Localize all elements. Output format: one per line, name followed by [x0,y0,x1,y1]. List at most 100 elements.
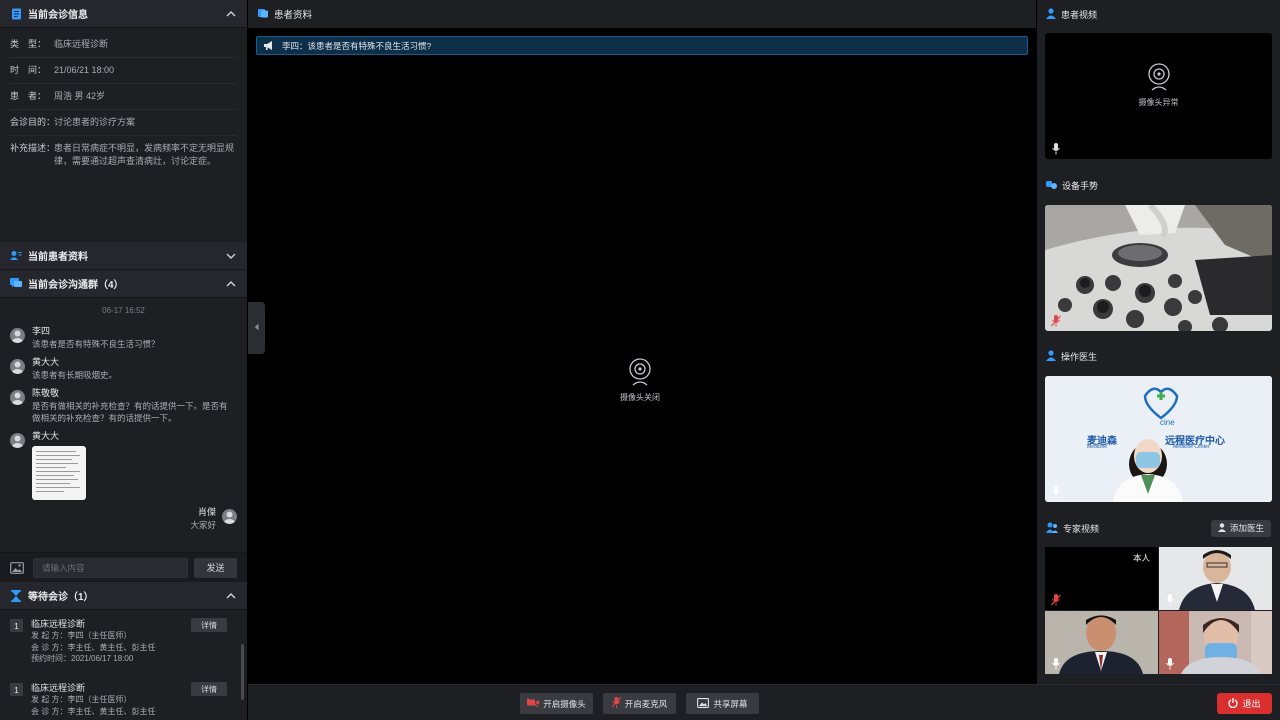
right-panel: 患者视频 摄像头异常 设备手势 操作医生 cine 麦迪森 远程医疗中心 Med… [1037,0,1280,684]
user-icon [1046,7,1056,21]
detail-button[interactable]: 详情 [191,618,227,632]
folder-icon [258,8,268,20]
device-gesture-video-tile[interactable] [1045,205,1272,331]
info-key: 时 间： [10,65,47,75]
chat-header[interactable]: 当前会诊沟通群（4） [0,270,247,298]
mic-muted-icon [611,697,622,710]
chat-timestamp: 06-17 16:52 [102,306,145,315]
chevron-down-icon[interactable] [225,250,237,262]
webcam-icon [628,358,652,388]
webcam-icon [1147,63,1171,93]
mic-toggle-button[interactable]: 开启麦克风 [603,693,676,714]
mic-icon[interactable] [1165,658,1175,670]
info-value: 临床远程诊断 [54,39,109,49]
detail-button[interactable]: 详情 [191,682,227,696]
waiting-item-title: 临床远程诊断 [31,619,86,629]
expert-portrait-image [1159,611,1272,674]
patient-video-title: 患者视频 [1061,9,1098,20]
exit-label: 退出 [1242,699,1261,709]
operator-section: 操作医生 [1037,342,1280,370]
patient-video-tile[interactable]: 摄像头异常 [1045,33,1272,159]
share-screen-label: 共享屏幕 [713,698,748,709]
mic-icon[interactable] [1051,486,1061,498]
chevron-up-icon[interactable] [225,278,237,290]
consult-info-title: 当前会诊信息 [28,10,88,21]
expert-video-self[interactable]: 本人 [1045,547,1158,610]
hand-gesture-icon [1046,179,1057,192]
chevron-up-icon[interactable] [225,8,237,20]
waiting-item: 1 临床远程诊断 发 起 方：李四（主任医师） 会 诊 方：李主任、黄主任、彭主… [10,610,237,674]
camera-off-icon [526,697,540,709]
mic-toggle-label: 开启麦克风 [624,698,668,709]
expert-video-tile[interactable] [1159,547,1272,610]
camera-toggle-button[interactable]: 开启摄像头 [520,693,593,714]
expert-video-tile[interactable] [1159,611,1272,674]
notice-bar: 李四：该患者是否有特殊不良生活习惯? [256,36,1028,55]
operator-video-tile[interactable]: cine 麦迪森 远程医疗中心 Medicine Medicine Center [1045,376,1272,502]
waiting-index: 1 [10,619,23,632]
patient-data-header[interactable]: 当前患者资料 [0,242,247,270]
chat-message: 陈敬敬 是否有做相关的补充检查？有的话提供一下。是否有做相关的补充检查？有的话提… [10,387,237,424]
user-avatar-icon [222,509,237,524]
waiting-scrollbar[interactable] [241,644,244,700]
chat-body: 06-17 16:52 李四 该患者是否有特殊不良生活习惯？ 黄大大 该患者有长… [0,298,247,552]
mic-icon[interactable] [1165,594,1175,606]
operator-header: 操作医生 [1037,342,1280,370]
chat-sender: 李四 [32,326,51,336]
waiting-item: 1 临床远程诊断 发 起 方：李四（主任医师） 会 诊 方：李主任、黄主任、彭主… [10,674,237,716]
mic-icon[interactable] [1051,658,1061,670]
expert-video-header: 专家视频 添加医生 [1037,514,1280,542]
notice-text: 李四：该患者是否有特殊不良生活习惯? [282,40,432,51]
consult-info-header[interactable]: 当前会诊信息 [0,0,247,28]
chat-sender: 肖傑 [197,507,216,517]
send-button[interactable]: 发送 [194,557,237,578]
camera-off-label: 摄像头关闭 [620,393,660,402]
operator-backdrop-sign: cine 麦迪森 远程医疗中心 Medicine Medicine Center [1045,376,1272,502]
mic-icon[interactable] [1051,143,1061,155]
waiting-item-initiator: 发 起 方：李四（主任医师） [31,695,132,704]
chat-message-input[interactable] [33,557,188,578]
add-doctor-label: 添加医生 [1229,523,1264,533]
chat-image-thumbnail[interactable] [32,446,86,500]
chat-text: 该患者是否有特殊不良生活习惯？ [32,339,160,349]
hourglass-icon [10,589,22,602]
waiting-item-appointment: 预约时间：2021/06/17 18:00 [31,654,134,663]
operator-title: 操作医生 [1061,351,1098,362]
waiting-header[interactable]: 等待会诊（1） [0,582,247,610]
add-doctor-button[interactable]: 添加医生 [1211,519,1271,537]
chat-sender: 陈敬敬 [32,388,60,398]
info-row-type: 类 型： 临床远程诊断 [10,32,237,58]
chat-sender: 黄大大 [32,431,60,441]
chat-input-bar: 发送 [0,552,247,582]
sign-fragment: cine [1160,418,1175,427]
collapse-panel-handle[interactable] [248,302,265,354]
add-user-icon [1217,522,1227,534]
image-icon[interactable] [10,561,24,574]
info-row-description: 补充描述： 患者日常病症不明显，发病频率不定无明显规律，需要通过超声查清病灶，讨… [10,136,237,174]
user-icon [1046,349,1056,363]
device-gesture-section: 设备手势 [1037,171,1280,199]
chat-text: 大家好 [190,520,216,530]
device-gesture-header: 设备手势 [1037,171,1280,199]
power-icon [1228,697,1239,710]
chat-message: 李四 该患者是否有特殊不良生活习惯？ [10,325,237,350]
mic-muted-icon[interactable] [1051,315,1061,327]
user-avatar-icon [10,390,25,405]
device-gesture-title: 设备手势 [1062,180,1099,191]
group-icon [1046,522,1058,535]
chat-text: 该患者有长期吸烟史。 [32,370,118,380]
user-avatar-icon [10,328,25,343]
user-avatar-icon [10,359,25,374]
sign-en-right: Medicine Center [1173,444,1210,450]
expert-video-tile[interactable] [1045,611,1158,674]
exit-button[interactable]: 退出 [1217,693,1272,714]
mic-muted-icon[interactable] [1051,594,1061,606]
chat-sender: 黄大大 [32,357,60,367]
share-screen-button[interactable]: 共享屏幕 [686,693,759,714]
expert-portrait-image [1159,547,1272,610]
chat-message-self: 肖傑 大家好 [190,506,237,531]
expert-video-title: 专家视频 [1063,523,1100,534]
waiting-title: 等待会诊（1） [28,592,94,603]
chevron-up-icon[interactable] [225,590,237,602]
waiting-index: 1 [10,683,23,696]
